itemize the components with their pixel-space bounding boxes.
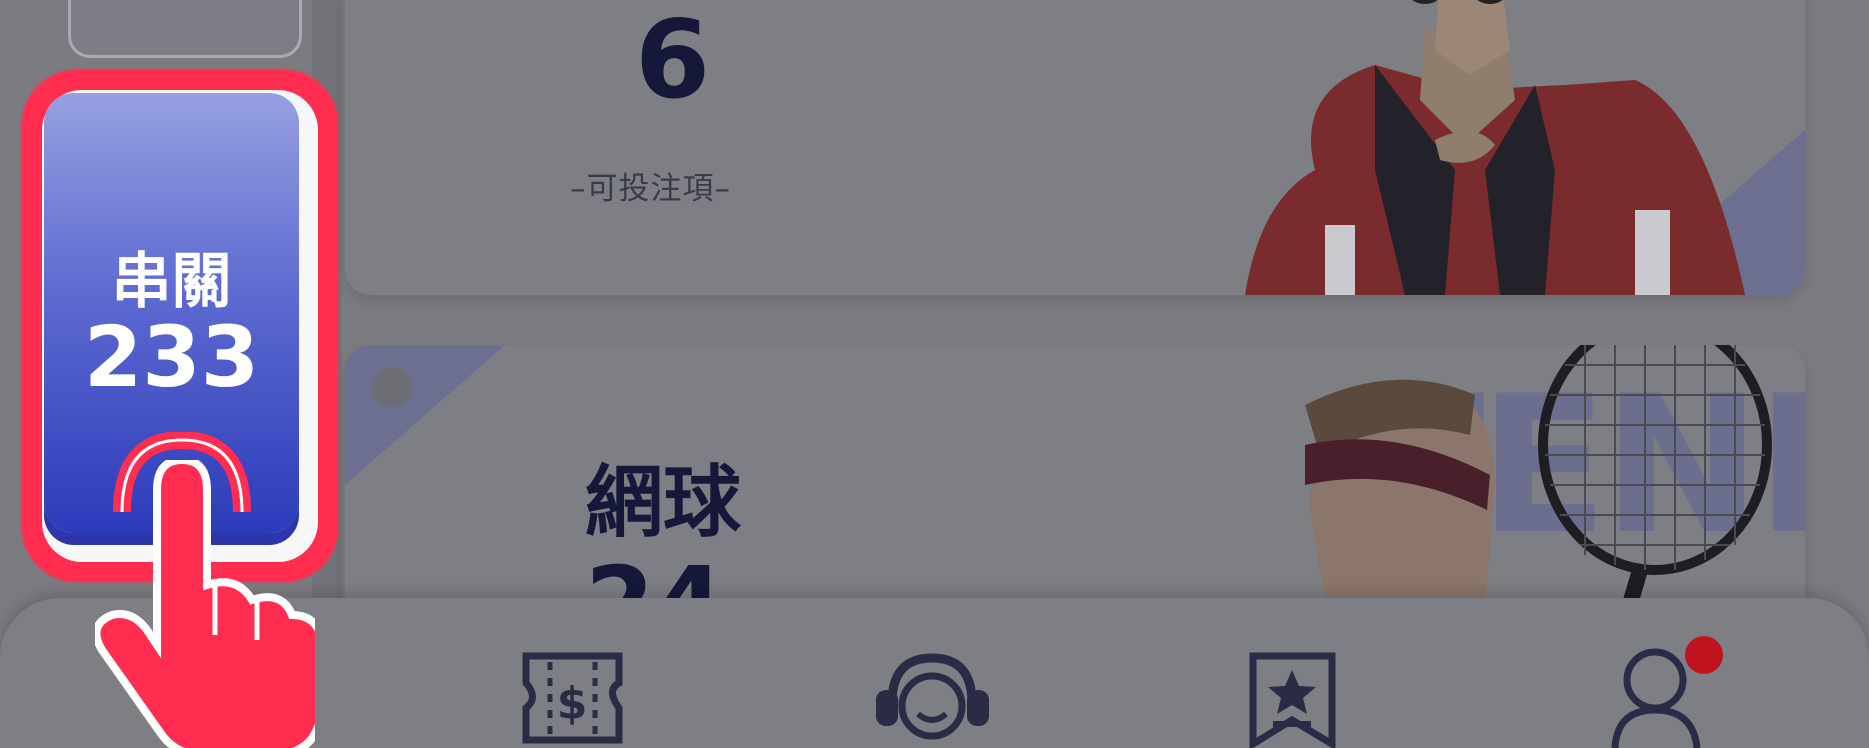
parlay-label: 串關 [111,247,232,317]
notification-badge [1685,636,1723,674]
parlay-count: 233 [83,308,260,406]
sidebar-category-tab[interactable] [68,0,302,58]
pointing-hand-icon [95,460,315,748]
bet-count-caption: –可投注項– [570,171,731,207]
bet-slip-icon: $ [522,652,623,744]
card-decoration [345,345,505,485]
sport-name: 網球 [585,458,742,548]
nav-customer-service[interactable] [870,648,995,748]
bet-count: 6 [635,0,711,123]
nav-bet-slip[interactable]: $ [520,648,625,748]
app-screen: 6 –可投注項– TENNIS 網球 24 [0,0,1869,748]
svg-text:$: $ [557,678,588,729]
nav-favorites[interactable] [1245,648,1340,748]
card-dot [372,367,412,407]
esports-player-image [1245,0,1745,295]
sport-card[interactable]: 6 –可投注項– [345,0,1805,295]
bookmark-star-icon [1249,652,1336,748]
nav-profile[interactable] [1605,636,1723,748]
customer-service-icon [876,653,989,740]
